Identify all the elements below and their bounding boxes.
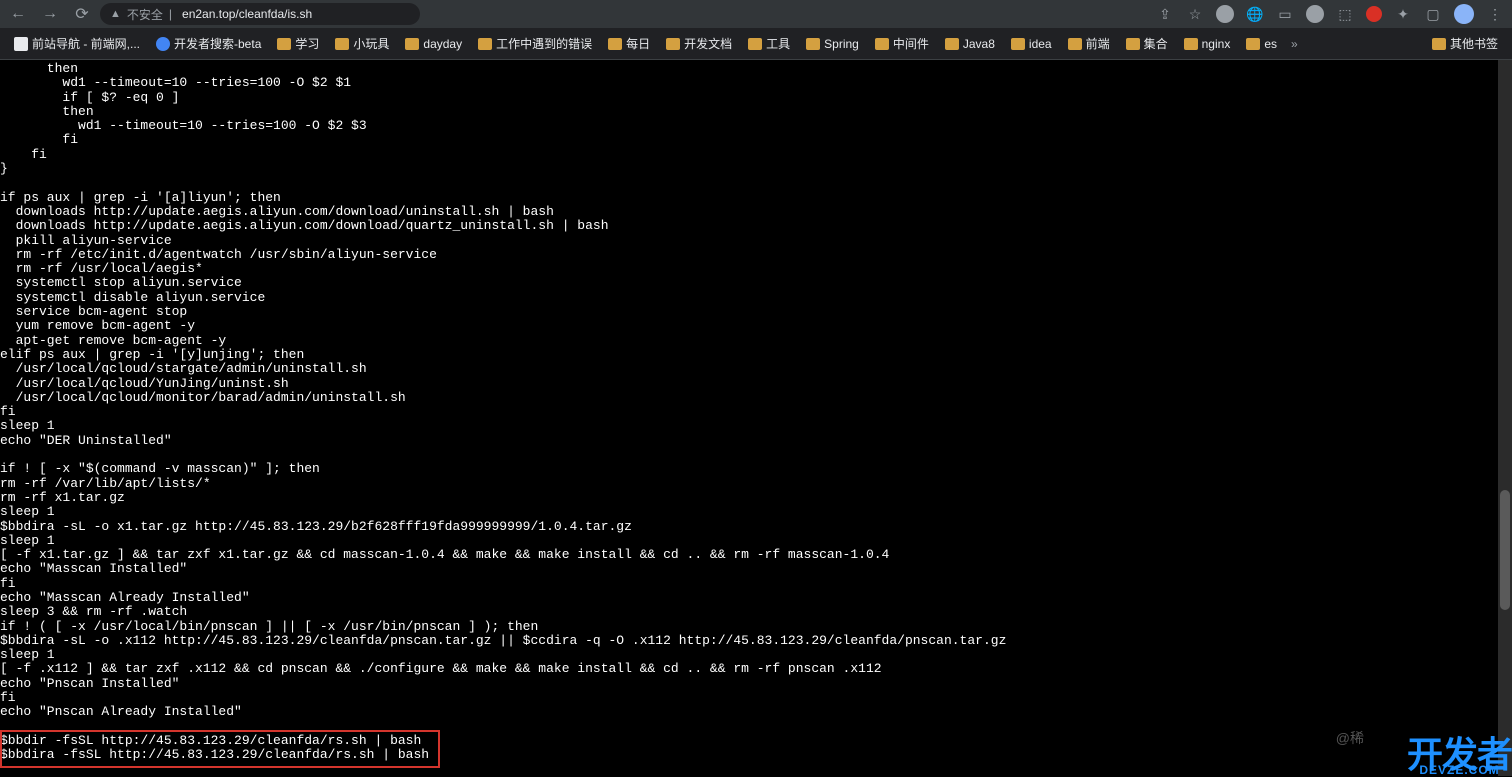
bookmark-item-5[interactable]: 工作中遇到的错误 xyxy=(472,33,598,54)
bookmark-label: 开发文档 xyxy=(684,35,732,52)
site-icon xyxy=(14,37,28,51)
star-icon[interactable]: ☆ xyxy=(1186,5,1204,23)
bookmark-item-16[interactable]: es xyxy=(1240,35,1283,53)
forward-button[interactable]: → xyxy=(40,5,60,23)
other-bookmarks[interactable]: 其他书签 xyxy=(1426,33,1504,54)
bookmark-label: es xyxy=(1264,37,1277,51)
site-icon xyxy=(156,37,170,51)
extension-icon-3[interactable]: ⬚ xyxy=(1336,5,1354,23)
folder-icon xyxy=(875,38,889,50)
bookmark-label: 小玩具 xyxy=(353,35,389,52)
folder-icon xyxy=(335,38,349,50)
bookmark-item-8[interactable]: 工具 xyxy=(742,33,796,54)
folder-icon xyxy=(1432,38,1446,50)
watermark-big: 开发者DEVZE.COM xyxy=(1407,739,1512,776)
bookmark-label: 前站导航 - 前端网,... xyxy=(32,35,140,52)
bookmark-item-10[interactable]: 中间件 xyxy=(869,33,935,54)
translate-icon[interactable]: 🌐 xyxy=(1246,5,1264,23)
folder-icon xyxy=(748,38,762,50)
bookmark-item-12[interactable]: idea xyxy=(1005,35,1058,53)
folder-icon xyxy=(1011,38,1025,50)
bookmark-label: Spring xyxy=(824,37,859,51)
bookmark-label: nginx xyxy=(1202,37,1231,51)
address-bar[interactable]: ▲ 不安全 | en2an.top/cleanfda/is.sh xyxy=(100,3,420,25)
script-text: then wd1 --timeout=10 --tries=100 -O $2 … xyxy=(0,62,1512,763)
bookmark-label: 工作中遇到的错误 xyxy=(496,35,592,52)
bookmark-label: 开发者搜索-beta xyxy=(174,35,261,52)
scrollbar-thumb[interactable] xyxy=(1500,490,1510,610)
bookmark-item-4[interactable]: dayday xyxy=(399,35,468,53)
bookmark-item-13[interactable]: 前端 xyxy=(1062,33,1116,54)
extension-icon-1[interactable] xyxy=(1216,5,1234,23)
nav-buttons: ← → ⟳ xyxy=(8,4,92,24)
watermark-small: @稀 xyxy=(1336,728,1364,748)
bookmarks-overflow-icon[interactable]: » xyxy=(1287,37,1302,51)
bookmark-item-14[interactable]: 集合 xyxy=(1120,33,1174,54)
bookmark-label: 前端 xyxy=(1086,35,1110,52)
bookmark-item-3[interactable]: 小玩具 xyxy=(329,33,395,54)
folder-icon xyxy=(666,38,680,50)
bookmark-label: 学习 xyxy=(295,35,319,52)
panel-icon[interactable]: ▢ xyxy=(1424,5,1442,23)
folder-icon xyxy=(1068,38,1082,50)
bookmark-label: 集合 xyxy=(1144,35,1168,52)
url-text: en2an.top/cleanfda/is.sh xyxy=(182,7,312,21)
bookmark-label: idea xyxy=(1029,37,1052,51)
bookmark-item-7[interactable]: 开发文档 xyxy=(660,33,738,54)
bookmark-label: 每日 xyxy=(626,35,650,52)
folder-icon xyxy=(1184,38,1198,50)
bookmark-label: 工具 xyxy=(766,35,790,52)
bookmarks-bar: 前站导航 - 前端网,... 开发者搜索-beta 学习 小玩具 dayday 工作中遇到… xyxy=(0,28,1512,60)
other-bookmarks-label: 其他书签 xyxy=(1450,35,1498,52)
bookmark-label: 中间件 xyxy=(893,35,929,52)
security-label: 不安全 xyxy=(127,6,163,23)
bookmark-item-11[interactable]: Java8 xyxy=(939,35,1001,53)
share-icon[interactable]: ⇪ xyxy=(1156,5,1174,23)
folder-icon xyxy=(478,38,492,50)
bookmark-item-15[interactable]: nginx xyxy=(1178,35,1237,53)
url-separator: | xyxy=(169,7,172,21)
folder-icon xyxy=(945,38,959,50)
insecure-icon: ▲ xyxy=(110,8,121,20)
folder-icon xyxy=(1126,38,1140,50)
bookmark-item-2[interactable]: 学习 xyxy=(271,33,325,54)
pocket-icon[interactable]: ▭ xyxy=(1276,5,1294,23)
folder-icon xyxy=(277,38,291,50)
page-content: then wd1 --timeout=10 --tries=100 -O $2 … xyxy=(0,60,1512,776)
reload-button[interactable]: ⟳ xyxy=(72,4,92,24)
profile-avatar[interactable] xyxy=(1454,4,1474,24)
browser-toolbar: ← → ⟳ ▲ 不安全 | en2an.top/cleanfda/is.sh ⇪… xyxy=(0,0,1512,28)
folder-icon xyxy=(405,38,419,50)
bookmark-label: dayday xyxy=(423,37,462,51)
adblock-icon[interactable] xyxy=(1366,6,1382,22)
bookmark-label: Java8 xyxy=(963,37,995,51)
folder-icon xyxy=(806,38,820,50)
toolbar-icons: ⇪ ☆ 🌐 ▭ ⬚ ✦ ▢ ⋮ xyxy=(1156,4,1504,24)
extension-icon-2[interactable] xyxy=(1306,5,1324,23)
vertical-scrollbar[interactable] xyxy=(1498,60,1512,776)
highlight-box xyxy=(0,730,440,768)
extensions-icon[interactable]: ✦ xyxy=(1394,5,1412,23)
bookmark-item-0[interactable]: 前站导航 - 前端网,... xyxy=(8,33,146,54)
watermark-big-sub: DEVZE.COM xyxy=(1407,765,1512,776)
bookmark-item-6[interactable]: 每日 xyxy=(602,33,656,54)
folder-icon xyxy=(608,38,622,50)
bookmark-item-1[interactable]: 开发者搜索-beta xyxy=(150,33,267,54)
bookmark-item-9[interactable]: Spring xyxy=(800,35,865,53)
folder-icon xyxy=(1246,38,1260,50)
menu-icon[interactable]: ⋮ xyxy=(1486,5,1504,23)
back-button[interactable]: ← xyxy=(8,5,28,23)
